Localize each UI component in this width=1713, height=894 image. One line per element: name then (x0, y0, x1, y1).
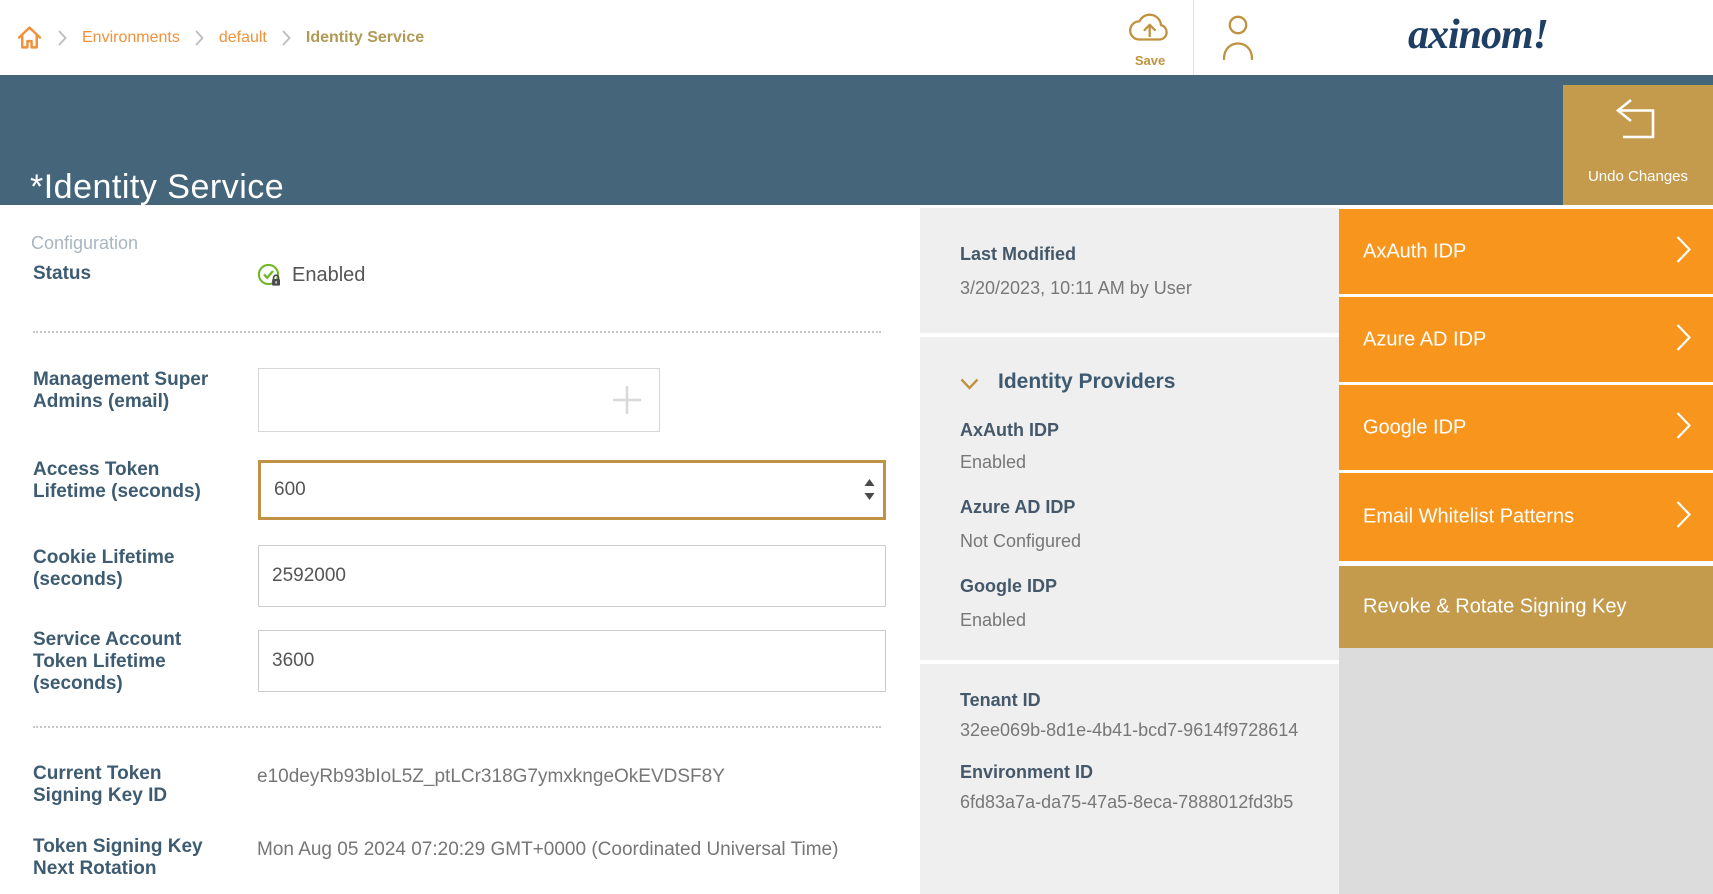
cloud-upload-icon (1127, 34, 1173, 51)
tenant-id-label: Tenant ID (960, 690, 1041, 711)
last-modified-label: Last Modified (960, 244, 1076, 265)
actions-column: AxAuth IDP Azure AD IDP Google IDP Email… (1339, 205, 1713, 894)
undo-changes-button[interactable]: Undo Changes (1563, 85, 1713, 205)
topbar-divider (1193, 0, 1194, 75)
idp-azure-label: Azure AD IDP (960, 497, 1075, 518)
save-button-label: Save (1120, 53, 1180, 68)
idp-axauth-status: Enabled (960, 452, 1026, 473)
management-super-admins-label: Management Super Admins (email) (33, 369, 243, 413)
tenant-id-value: 32ee069b-8d1e-4b41-bcd7-9614f9728614 (960, 720, 1298, 741)
breadcrumb: Environments default Identity Service (16, 0, 424, 75)
separator (33, 726, 881, 728)
email-whitelist-patterns-button[interactable]: Email Whitelist Patterns (1339, 473, 1713, 561)
status-enabled-lock-icon (256, 262, 283, 289)
chevron-right-icon (195, 30, 204, 46)
access-token-lifetime-label: Access Token Lifetime (seconds) (33, 459, 243, 503)
identity-providers-heading: Identity Providers (998, 370, 1175, 394)
cookie-lifetime-label: Cookie Lifetime (seconds) (33, 547, 243, 591)
ids-card: Tenant ID 32ee069b-8d1e-4b41-bcd7-9614f9… (920, 664, 1339, 894)
actions-column-background (1339, 648, 1713, 894)
management-super-admins-input[interactable] (258, 368, 660, 432)
token-signing-key-next-rotation-label: Token Signing Key Next Rotation (33, 836, 243, 880)
google-idp-button[interactable]: Google IDP (1339, 385, 1713, 470)
access-token-lifetime-input[interactable] (258, 460, 886, 520)
undo-arrow-icon (1614, 97, 1662, 150)
idp-google-label: Google IDP (960, 576, 1057, 597)
chevron-down-icon[interactable] (960, 377, 979, 395)
idp-google-status: Enabled (960, 610, 1026, 631)
revoke-rotate-signing-key-button-label: Revoke & Rotate Signing Key (1363, 596, 1627, 619)
status-label: Status (33, 263, 243, 285)
azure-ad-idp-button-label: Azure AD IDP (1363, 328, 1486, 351)
azure-ad-idp-button[interactable]: Azure AD IDP (1339, 297, 1713, 382)
top-bar: Environments default Identity Service Sa… (0, 0, 1713, 75)
email-whitelist-patterns-button-label: Email Whitelist Patterns (1363, 506, 1574, 529)
chevron-right-icon (1676, 411, 1692, 444)
token-signing-key-next-rotation-value: Mon Aug 05 2024 07:20:29 GMT+0000 (Coord… (257, 839, 838, 861)
environment-id-value: 6fd83a7a-da75-47a5-8eca-7888012fd3b5 (960, 792, 1293, 813)
home-icon[interactable] (16, 24, 43, 51)
status-value: Enabled (256, 262, 365, 289)
idp-azure-status: Not Configured (960, 531, 1081, 552)
environment-id-label: Environment ID (960, 762, 1093, 783)
status-text: Enabled (292, 264, 365, 287)
axauth-idp-button-label: AxAuth IDP (1363, 240, 1466, 263)
current-token-signing-key-id-label: Current Token Signing Key ID (33, 763, 243, 807)
separator (33, 331, 881, 333)
service-account-token-lifetime-label: Service Account Token Lifetime (seconds) (33, 629, 243, 695)
revoke-rotate-signing-key-button[interactable]: Revoke & Rotate Signing Key (1339, 566, 1713, 648)
plus-icon[interactable] (609, 382, 645, 418)
current-token-signing-key-id-value: e10deyRb93bIoL5Z_ptLCr318G7ymxkngeOkEVDS… (257, 766, 725, 788)
identity-providers-card: Identity Providers AxAuth IDP Enabled Az… (920, 337, 1339, 660)
breadcrumb-identity-service: Identity Service (306, 29, 424, 47)
chevron-right-icon (58, 30, 67, 46)
page-header: *Identity Service Configuration (0, 75, 1713, 205)
undo-changes-label: Undo Changes (1563, 168, 1713, 185)
cookie-lifetime-input[interactable] (258, 545, 886, 607)
breadcrumb-environments[interactable]: Environments (82, 29, 180, 47)
chevron-right-icon (282, 30, 291, 46)
identity-service-page: Environments default Identity Service Sa… (0, 0, 1713, 894)
google-idp-button-label: Google IDP (1363, 416, 1466, 439)
last-modified-value: 3/20/2023, 10:11 AM by User (960, 278, 1192, 299)
chevron-right-icon (1676, 235, 1692, 268)
save-button[interactable]: Save (1120, 9, 1180, 68)
page-subtitle: Configuration (31, 233, 138, 254)
service-account-token-lifetime-input[interactable] (258, 630, 886, 692)
chevron-right-icon (1676, 501, 1692, 534)
user-icon[interactable] (1220, 13, 1256, 61)
last-modified-card: Last Modified 3/20/2023, 10:11 AM by Use… (920, 208, 1339, 333)
idp-axauth-label: AxAuth IDP (960, 420, 1059, 441)
chevron-right-icon (1676, 323, 1692, 356)
spinner-arrows-icon[interactable] (864, 479, 875, 499)
breadcrumb-default[interactable]: default (219, 29, 267, 47)
axauth-idp-button[interactable]: AxAuth IDP (1339, 209, 1713, 294)
page-title: *Identity Service (30, 168, 284, 207)
axinom-logo: axinom! (1408, 11, 1548, 59)
